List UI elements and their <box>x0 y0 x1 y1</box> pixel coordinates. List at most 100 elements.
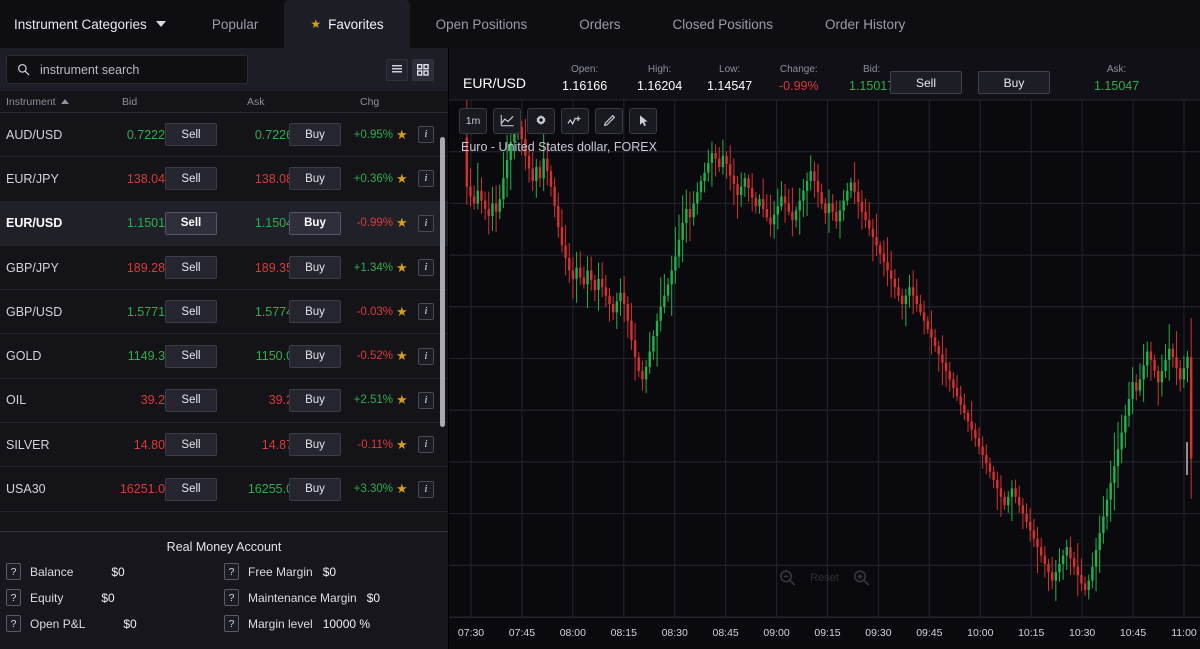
star-icon[interactable]: ★ <box>396 215 408 231</box>
time-tick-label: 10:45 <box>1119 627 1147 639</box>
table-row[interactable]: USA30 16251.00 Sell 16255.00 Buy +3.30% ★ i <box>0 467 448 512</box>
question-mark-icon[interactable]: ? <box>6 615 21 632</box>
buy-button[interactable]: Buy <box>289 167 341 191</box>
tab-orders[interactable]: Orders <box>553 0 646 48</box>
chart-reset-button[interactable]: Reset <box>810 572 839 584</box>
chart-buy-button[interactable]: Buy <box>978 71 1050 94</box>
table-row[interactable]: SILVER 14.803 Sell 14.873 Buy -0.11% ★ i <box>0 423 448 468</box>
zoom-in-icon[interactable] <box>853 569 871 587</box>
list-view-icon[interactable] <box>386 58 408 81</box>
tab-label: Popular <box>211 16 259 32</box>
instrument-categories-dropdown[interactable]: Instrument Categories <box>0 0 186 48</box>
column-header-bid[interactable]: Bid <box>122 96 137 108</box>
quote-field-value: 1.15017 <box>849 79 895 93</box>
gear-icon[interactable] <box>527 108 555 134</box>
column-header-chg[interactable]: Chg <box>360 96 379 108</box>
watchlist-scrollbar[interactable] <box>440 137 445 427</box>
table-row[interactable]: GBP/USD 1.57717 Sell 1.57747 Buy -0.03% ★ i <box>0 290 448 335</box>
question-mark-icon[interactable]: ? <box>224 589 239 606</box>
cursor-icon[interactable] <box>629 108 657 134</box>
ask-price: 138.088 <box>254 171 300 186</box>
account-line: ? Free Margin $0 <box>224 563 442 580</box>
question-mark-icon[interactable]: ? <box>224 615 239 632</box>
info-icon[interactable]: i <box>418 126 434 144</box>
add-indicator-icon[interactable] <box>561 108 589 134</box>
bid-price: 1.57717 <box>126 304 172 319</box>
main-body: instrument search Instrument Bid Ask Chg… <box>0 48 1200 649</box>
question-mark-icon[interactable]: ? <box>224 563 239 580</box>
star-icon[interactable]: ★ <box>396 481 408 497</box>
buy-button[interactable]: Buy <box>289 477 341 501</box>
info-icon[interactable]: i <box>418 259 434 277</box>
info-icon[interactable]: i <box>418 170 434 188</box>
question-mark-icon[interactable]: ? <box>6 563 21 580</box>
quote-field-high: High: 1.16204 <box>637 64 682 93</box>
grid-view-icon[interactable] <box>412 58 434 81</box>
table-row[interactable]: EUR/USD 1.15017 Sell 1.15047 Buy -0.99% ★ i <box>0 201 448 246</box>
account-summary-panel: Real Money Account ? Balance $0? Equity $0? O… <box>0 531 448 649</box>
tab-open-positions[interactable]: Open Positions <box>410 0 554 48</box>
question-mark-icon[interactable]: ? <box>6 589 21 606</box>
table-row[interactable]: GOLD 1149.35 Sell 1150.05 Buy -0.52% ★ i <box>0 334 448 379</box>
tab-closed-positions[interactable]: Closed Positions <box>646 0 799 48</box>
table-row[interactable]: GBP/JPY 189.284 Sell 189.354 Buy +1.34% ★ i <box>0 246 448 291</box>
table-row[interactable]: OIL 39.20 Sell 39.25 Buy +2.51% ★ i <box>0 379 448 424</box>
info-icon[interactable]: i <box>418 480 434 498</box>
quote-field-label: Ask: <box>1106 64 1127 75</box>
time-tick-label: 09:15 <box>814 627 841 639</box>
star-icon[interactable]: ★ <box>396 437 408 453</box>
ask-price: 0.72264 <box>254 127 300 142</box>
column-header-instrument[interactable]: Instrument <box>6 96 69 108</box>
bid-price: 14.803 <box>133 437 172 452</box>
quote-field-label: Open: <box>570 64 599 75</box>
timeframe-button[interactable]: 1m <box>459 108 487 134</box>
info-icon[interactable]: i <box>418 214 434 232</box>
quote-field-value: 1.16204 <box>637 79 683 93</box>
search-input[interactable]: instrument search <box>40 63 139 77</box>
info-icon[interactable]: i <box>418 303 434 321</box>
candlestick-chart[interactable]: Reset <box>449 100 1200 617</box>
pencil-icon[interactable] <box>595 108 623 134</box>
star-icon[interactable]: ★ <box>396 392 408 408</box>
change-percent: +0.95% <box>353 128 393 141</box>
quote-field-bid: Bid: 1.15017 <box>849 64 894 93</box>
star-icon[interactable]: ★ <box>396 348 408 364</box>
instrument-search-box[interactable]: instrument search <box>6 55 248 84</box>
chart-type-icon[interactable] <box>493 108 521 134</box>
sort-ascending-icon <box>60 99 69 104</box>
zoom-out-icon[interactable] <box>778 569 796 587</box>
info-icon[interactable]: i <box>418 347 434 365</box>
column-header-ask[interactable]: Ask <box>247 96 265 108</box>
tab-favorites[interactable]: ★ Favorites <box>284 0 410 48</box>
tab-order-history[interactable]: Order History <box>799 0 931 48</box>
account-label: Free Margin <box>248 564 313 579</box>
trading-platform: Instrument Categories Popular ★ Favorites O… <box>0 0 1200 649</box>
account-label: Open P&L <box>30 616 86 631</box>
star-icon[interactable]: ★ <box>396 260 408 276</box>
buy-button[interactable]: Buy <box>289 256 341 280</box>
column-header-instrument-label: Instrument <box>6 95 56 108</box>
chart-sell-button[interactable]: Sell <box>890 71 962 94</box>
buy-button[interactable]: Buy <box>289 211 341 235</box>
buy-button[interactable]: Buy <box>289 344 341 368</box>
account-value: $0 <box>101 590 115 605</box>
tab-label: Open Positions <box>435 16 528 32</box>
info-icon[interactable]: i <box>418 436 434 454</box>
buy-button[interactable]: Buy <box>289 433 341 457</box>
star-icon[interactable]: ★ <box>396 171 408 187</box>
star-icon[interactable]: ★ <box>396 304 408 320</box>
tab-popular[interactable]: Popular <box>186 0 285 48</box>
buy-button[interactable]: Buy <box>289 300 341 324</box>
table-row[interactable]: AUD/USD 0.72224 Sell 0.72264 Buy +0.95% ★ i <box>0 113 448 158</box>
search-row: instrument search <box>0 48 448 91</box>
account-title: Real Money Account <box>166 540 282 554</box>
account-label: Maintenance Margin <box>248 590 357 605</box>
table-row[interactable]: EUR/JPY 138.048 Sell 138.088 Buy +0.36% ★ i <box>0 157 448 202</box>
info-icon[interactable]: i <box>418 391 434 409</box>
star-icon[interactable]: ★ <box>396 127 408 143</box>
quote-field-value: 1.14547 <box>707 79 753 93</box>
buy-button[interactable]: Buy <box>289 388 341 412</box>
change-percent: -0.52% <box>356 350 393 363</box>
buy-button[interactable]: Buy <box>289 123 341 147</box>
change-percent: +2.51% <box>353 394 393 407</box>
